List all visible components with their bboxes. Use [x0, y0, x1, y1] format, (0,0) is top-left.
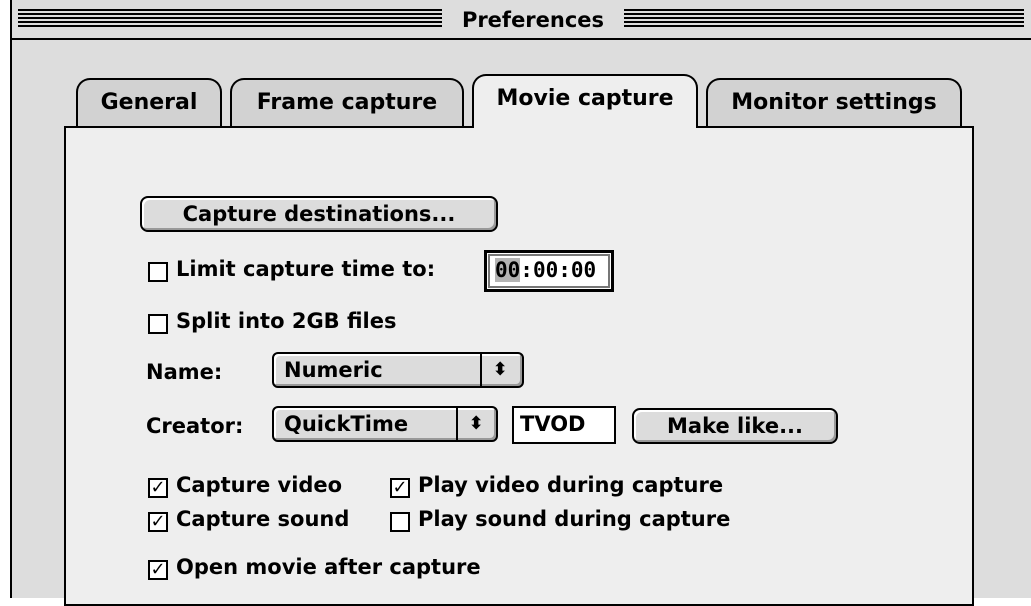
capture-time-rest: :00:00	[520, 258, 597, 282]
tab-general[interactable]: General	[76, 78, 222, 126]
play-video-label: Play video during capture	[418, 473, 724, 497]
capture-sound-label: Capture sound	[176, 507, 350, 531]
title-bar-stripes	[18, 9, 442, 29]
creator-code-input[interactable]: TVOD	[512, 406, 616, 444]
limit-capture-time-checkbox[interactable]	[148, 262, 168, 282]
split-files-label: Split into 2GB files	[176, 309, 397, 333]
creator-popup-value: QuickTime	[284, 412, 409, 436]
popup-divider	[456, 408, 458, 440]
capture-destinations-button[interactable]: Capture destinations...	[140, 196, 498, 232]
name-popup-value: Numeric	[284, 358, 383, 382]
name-label: Name:	[146, 360, 223, 384]
tab-frame-capture[interactable]: Frame capture	[230, 78, 464, 126]
tab-movie-capture[interactable]: Movie capture	[472, 74, 698, 128]
tab-monitor-settings[interactable]: Monitor settings	[706, 78, 962, 126]
limit-capture-time-label: Limit capture time to:	[176, 257, 436, 281]
capture-video-label: Capture video	[176, 473, 343, 497]
popup-divider	[480, 354, 482, 386]
open-movie-checkbox[interactable]: ✓	[148, 560, 168, 580]
capture-time-selected-segment: 00	[495, 258, 521, 282]
play-video-checkbox[interactable]: ✓	[390, 478, 410, 498]
play-sound-label: Play sound during capture	[418, 507, 731, 531]
split-files-checkbox[interactable]	[148, 314, 168, 334]
window-title: Preferences	[442, 7, 624, 33]
movie-capture-panel: Capture destinations... Limit capture ti…	[64, 126, 974, 606]
preferences-window: Preferences General Frame capture Movie …	[10, 0, 1031, 606]
name-popup[interactable]: Numeric ⬍	[272, 352, 524, 388]
open-movie-label: Open movie after capture	[176, 555, 481, 579]
play-sound-checkbox[interactable]	[390, 512, 410, 532]
capture-video-checkbox[interactable]: ✓	[148, 478, 168, 498]
title-bar[interactable]: Preferences	[12, 0, 1031, 40]
title-bar-stripes	[624, 9, 1024, 29]
capture-time-input[interactable]: 00:00:00	[484, 250, 614, 292]
popup-arrows-icon: ⬍	[468, 413, 484, 434]
creator-popup[interactable]: QuickTime ⬍	[272, 406, 498, 442]
capture-sound-checkbox[interactable]: ✓	[148, 512, 168, 532]
popup-arrows-icon: ⬍	[492, 359, 508, 380]
creator-label: Creator:	[146, 414, 244, 438]
make-like-button[interactable]: Make like...	[632, 408, 838, 444]
